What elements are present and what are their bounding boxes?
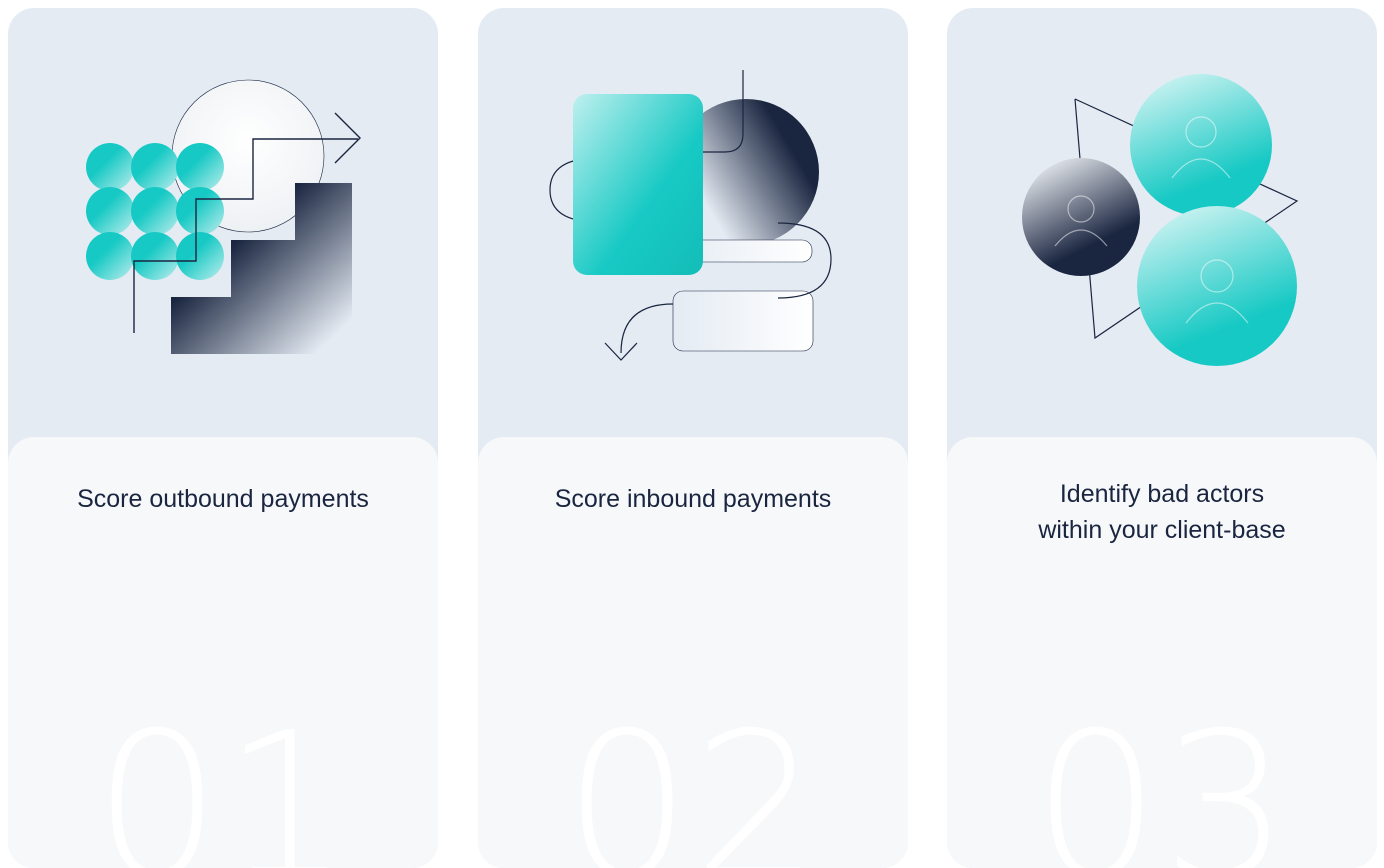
people-network-icon <box>1022 74 1299 366</box>
card-number: 01 <box>93 690 353 868</box>
inbound-flow-icon <box>549 70 832 361</box>
card-number: 02 <box>563 690 823 868</box>
feature-card-bad-actors: Identify bad actors within your client-b… <box>947 8 1377 868</box>
card-title: Score outbound payments <box>28 481 418 517</box>
card-panel: Score inbound payments 02 <box>478 437 908 868</box>
card-panel: Identify bad actors within your client-b… <box>947 437 1377 868</box>
card-number: 03 <box>1032 690 1292 868</box>
staircase-growth-icon <box>86 79 361 354</box>
card-title: Identify bad actors within your client-b… <box>967 476 1357 548</box>
card-title-line: Identify bad actors <box>1059 480 1265 508</box>
feature-card-outbound: Score outbound payments 01 <box>8 8 438 868</box>
card-title-line: Score outbound payments <box>77 485 369 513</box>
card-title: Score inbound payments <box>498 481 888 517</box>
card-panel: Score outbound payments 01 <box>8 437 438 868</box>
card-title-line: within your client-base <box>1038 516 1286 544</box>
card-title-line: Score inbound payments <box>554 485 832 513</box>
feature-card-inbound: Score inbound payments 02 <box>478 8 908 868</box>
